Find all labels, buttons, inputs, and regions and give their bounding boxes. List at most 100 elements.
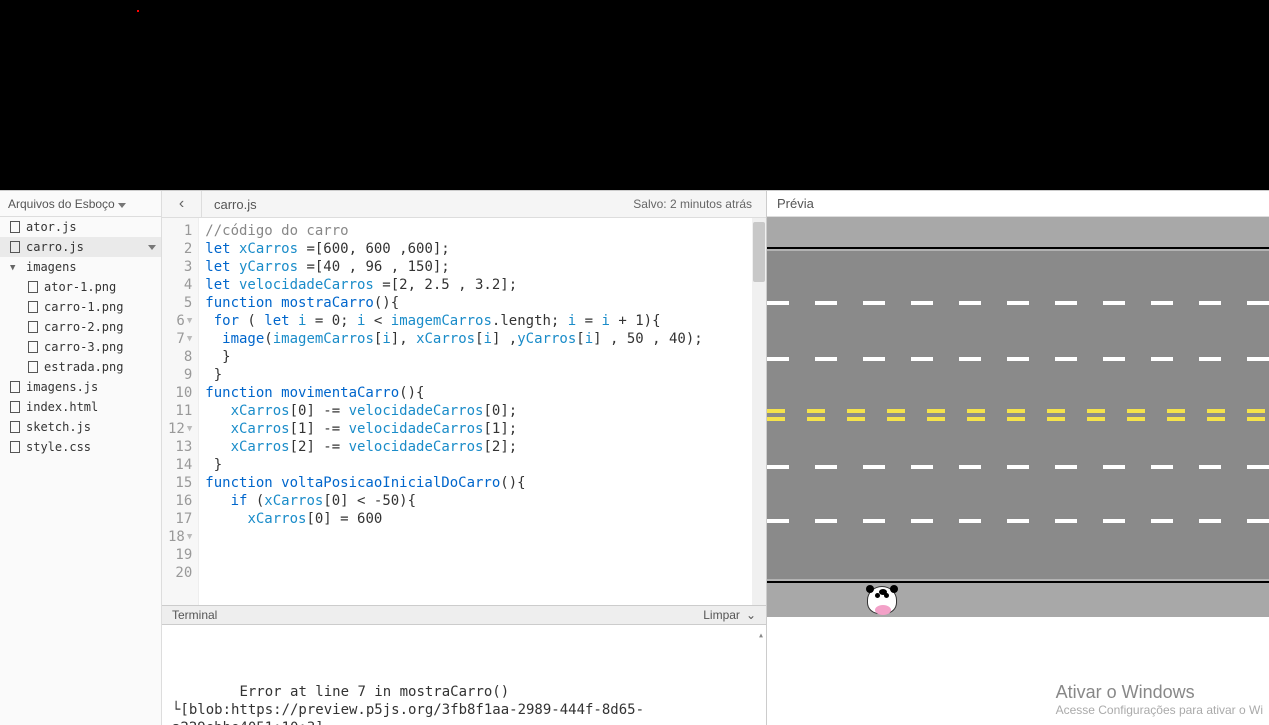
line-number: 8: [168, 348, 192, 366]
file-icon: [10, 401, 20, 413]
file-item[interactable]: imagens.js: [0, 377, 161, 397]
fold-icon[interactable]: ▼: [187, 312, 192, 330]
file-item[interactable]: carro-2.png: [0, 317, 161, 337]
windows-activation-watermark: Ativar o Windows Acesse Configurações pa…: [1056, 682, 1263, 717]
file-icon: [28, 361, 38, 373]
line-number: 9: [168, 366, 192, 384]
file-icon: [28, 301, 38, 313]
dropdown-icon: [118, 203, 126, 208]
file-label: index.html: [26, 400, 98, 414]
terminal-line: Error at line 7 in mostraCarro(): [172, 683, 756, 701]
lane-marking: [767, 519, 1269, 523]
file-item[interactable]: carro.js: [0, 237, 161, 257]
open-file-tab[interactable]: carro.js: [202, 192, 269, 217]
terminal-label: Terminal: [172, 608, 217, 622]
file-item[interactable]: carro-1.png: [0, 297, 161, 317]
code-line[interactable]: let yCarros =[40 , 96 , 150];: [205, 258, 760, 276]
file-item[interactable]: index.html: [0, 397, 161, 417]
file-icon: [28, 341, 38, 353]
watermark-title: Ativar o Windows: [1056, 682, 1263, 703]
line-number: 6▼: [168, 312, 192, 330]
code-line[interactable]: if (xCarros[0] < -50){: [205, 492, 760, 510]
code-line[interactable]: xCarros[0] -= velocidadeCarros[0];: [205, 402, 760, 420]
lane-marking: [767, 357, 1269, 361]
code-line[interactable]: let xCarros =[600, 600 ,600];: [205, 240, 760, 258]
file-item[interactable]: sketch.js: [0, 417, 161, 437]
code-editor[interactable]: 123456▼7▼89101112▼131415161718▼1920 //có…: [162, 218, 766, 605]
file-label: estrada.png: [44, 360, 123, 374]
fold-icon[interactable]: ▼: [187, 420, 192, 438]
code-line[interactable]: function movimentaCarro(){: [205, 384, 760, 402]
file-label: carro-1.png: [44, 300, 123, 314]
file-item[interactable]: style.css: [0, 437, 161, 457]
code-line[interactable]: function voltaPosicaoInicialDoCarro(){: [205, 474, 760, 492]
line-number: 19: [168, 546, 192, 564]
file-icon: [28, 321, 38, 333]
code-line[interactable]: let velocidadeCarros =[2, 2.5 , 3.2];: [205, 276, 760, 294]
code-line[interactable]: xCarros[0] = 600: [205, 510, 760, 528]
road: [767, 251, 1269, 579]
file-item[interactable]: ator.js: [0, 217, 161, 237]
tab-bar: ‹ carro.js Salvo: 2 minutos atrás: [162, 191, 766, 218]
file-icon: [10, 441, 20, 453]
lane-marking: [767, 301, 1269, 305]
code-line[interactable]: }: [205, 366, 760, 384]
terminal-clear-button[interactable]: Limpar⌄: [703, 608, 756, 622]
file-label: imagens.js: [26, 380, 98, 394]
code-line[interactable]: image(imagemCarros[i], xCarros[i] ,yCarr…: [205, 330, 760, 348]
file-label: carro-2.png: [44, 320, 123, 334]
file-label: sketch.js: [26, 420, 91, 434]
line-number: 2: [168, 240, 192, 258]
watermark-subtitle: Acesse Configurações para ativar o Wi: [1056, 703, 1263, 717]
code-line[interactable]: function mostraCarro(){: [205, 294, 760, 312]
file-item[interactable]: estrada.png: [0, 357, 161, 377]
editor-scrollbar[interactable]: [752, 218, 766, 605]
line-number: 10: [168, 384, 192, 402]
line-number: 16: [168, 492, 192, 510]
code-area[interactable]: //código do carrolet xCarros =[600, 600 …: [199, 218, 766, 605]
scroll-up-icon[interactable]: ▴: [758, 627, 764, 645]
code-line[interactable]: //código do carro: [205, 222, 760, 240]
terminal-header: Terminal Limpar⌄: [162, 605, 766, 625]
terminal-output[interactable]: ▴ Error at line 7 in mostraCarro()└[blob…: [162, 625, 766, 725]
cow-actor: [867, 586, 897, 614]
line-number: 11: [168, 402, 192, 420]
file-icon: [10, 241, 20, 253]
line-number: 13: [168, 438, 192, 456]
code-line[interactable]: }: [205, 348, 760, 366]
file-label: ator.js: [26, 220, 77, 234]
code-line[interactable]: xCarros[2] -= velocidadeCarros[2];: [205, 438, 760, 456]
preview-column: Prévia: [767, 191, 1269, 725]
code-line[interactable]: xCarros[1] -= velocidadeCarros[1];: [205, 420, 760, 438]
editor-column: ‹ carro.js Salvo: 2 minutos atrás 123456…: [162, 191, 767, 725]
sidebar-header[interactable]: Arquivos do Esboço: [0, 191, 161, 217]
folder-icon: [10, 262, 20, 273]
line-number: 4: [168, 276, 192, 294]
line-number: 15: [168, 474, 192, 492]
preview-header: Prévia: [767, 191, 1269, 217]
folder-item[interactable]: imagens: [0, 257, 161, 277]
scroll-thumb[interactable]: [753, 222, 765, 282]
code-line[interactable]: }: [205, 456, 760, 474]
file-item[interactable]: ator-1.png: [0, 277, 161, 297]
fold-icon[interactable]: ▼: [187, 330, 192, 348]
line-number: 7▼: [168, 330, 192, 348]
line-number: 5: [168, 294, 192, 312]
code-line[interactable]: for ( let i = 0; i < imagemCarros.length…: [205, 312, 760, 330]
sidebar-header-label: Arquivos do Esboço: [8, 197, 115, 211]
file-label: style.css: [26, 440, 91, 454]
line-number: 18▼: [168, 528, 192, 546]
center-divider: [767, 409, 1269, 421]
dropdown-icon: [148, 245, 156, 250]
file-label: ator-1.png: [44, 280, 116, 294]
save-status: Salvo: 2 minutos atrás: [619, 192, 766, 216]
line-number: 17: [168, 510, 192, 528]
back-button[interactable]: ‹: [162, 191, 202, 217]
preview-blank-area: Ativar o Windows Acesse Configurações pa…: [767, 617, 1269, 725]
file-item[interactable]: carro-3.png: [0, 337, 161, 357]
preview-canvas[interactable]: [767, 217, 1269, 617]
file-icon: [10, 221, 20, 233]
file-label: carro-3.png: [44, 340, 123, 354]
lane-marking: [767, 465, 1269, 469]
fold-icon[interactable]: ▼: [187, 528, 192, 546]
